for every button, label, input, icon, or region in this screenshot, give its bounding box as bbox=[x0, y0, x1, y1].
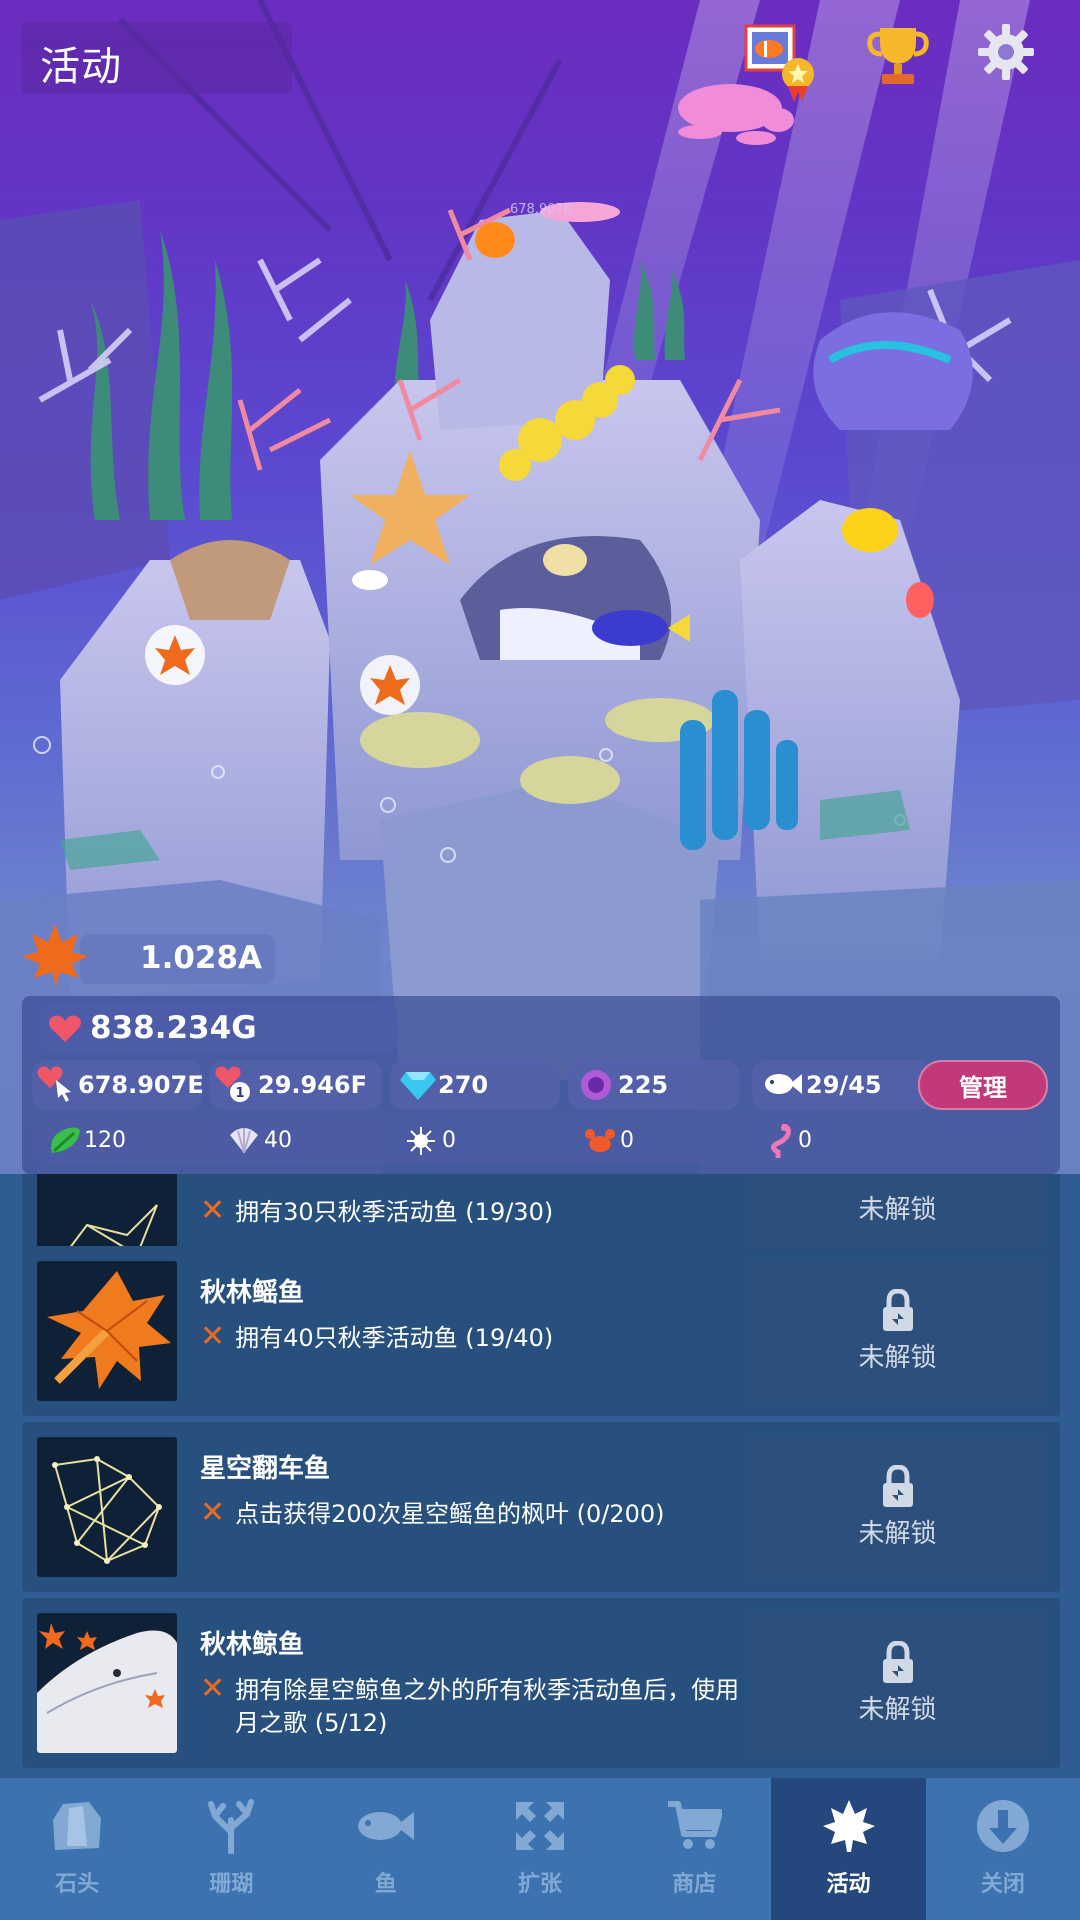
gear-icon bbox=[978, 24, 1034, 80]
hearts-per-tap: 678.907E bbox=[78, 1071, 204, 1099]
floating-heart-label: 678.907E bbox=[510, 202, 572, 217]
incomplete-x-icon: ✕ bbox=[200, 1671, 226, 1706]
achievement-thumbnail bbox=[37, 1261, 177, 1401]
nav-item-rock[interactable]: 石头 bbox=[0, 1778, 154, 1920]
material-flamingo-count: 0 bbox=[798, 1128, 812, 1153]
maple-leaf-currency-icon bbox=[20, 922, 98, 994]
autumn-whale-icon bbox=[37, 1623, 177, 1753]
bottom-nav: 石头 珊瑚 鱼 扩张 商店 活动 关闭 bbox=[0, 1778, 1080, 1920]
achievement-thumbnail bbox=[37, 1613, 177, 1753]
locked-status: 未解锁 bbox=[750, 1613, 1045, 1753]
cart-icon bbox=[668, 1801, 723, 1849]
incomplete-x-icon: ✕ bbox=[200, 1319, 226, 1354]
manage-button[interactable]: 管理 bbox=[918, 1060, 1048, 1110]
heart-clock-icon: 1 bbox=[215, 1066, 250, 1102]
achievement-thumbnail bbox=[37, 1437, 177, 1577]
flamingo-icon bbox=[770, 1124, 791, 1158]
photo-badge-icon bbox=[744, 24, 814, 102]
nav-item-close[interactable]: 关闭 bbox=[926, 1778, 1080, 1920]
heart-icon bbox=[49, 1015, 81, 1042]
lock-icon bbox=[882, 1464, 913, 1507]
locked-status: 未解锁 bbox=[750, 1261, 1045, 1401]
achievement-list[interactable]: ✕ 拥有30只秋季活动鱼 (19/30) 未解锁 秋林鳐鱼 ✕ 拥有40只秋季活… bbox=[0, 1174, 1080, 1778]
settings-button[interactable] bbox=[976, 22, 1048, 94]
maple-leaf-amount: 1.028A bbox=[140, 940, 263, 976]
pearl-icon bbox=[581, 1070, 611, 1100]
fish-count-icon bbox=[765, 1074, 802, 1094]
heart-amount: 838.234G bbox=[90, 1010, 257, 1046]
maple-ray-icon bbox=[47, 1271, 171, 1389]
fish-count: 29/45 bbox=[806, 1071, 882, 1099]
fish-icon bbox=[357, 1812, 414, 1840]
trophy-button[interactable] bbox=[866, 22, 938, 94]
lock-icon bbox=[882, 1640, 913, 1683]
shell-icon bbox=[230, 1128, 258, 1154]
achievement-card-starry-sunfish[interactable]: 星空翻车鱼 ✕ 点击获得200次星空鳐鱼的枫叶 (0/200) 未解锁 bbox=[22, 1422, 1060, 1592]
achievement-name: 秋林鲸鱼 bbox=[200, 1630, 305, 1660]
starry-sunfish-icon bbox=[52, 1456, 162, 1564]
incomplete-x-icon: ✕ bbox=[200, 1193, 226, 1228]
locked-status: 未解锁 bbox=[750, 1437, 1045, 1577]
lock-icon bbox=[882, 1288, 913, 1331]
achievement-condition: ✕ 拥有除星空鲸鱼之外的所有秋季活动鱼后，使用月之歌 (5/12) bbox=[200, 1674, 760, 1740]
crab-icon bbox=[585, 1129, 615, 1152]
nav-item-event[interactable]: 活动 bbox=[771, 1778, 926, 1920]
diamond-icon bbox=[400, 1072, 436, 1100]
nav-item-fish[interactable]: 鱼 bbox=[309, 1778, 463, 1920]
achievement-card-autumn-ray[interactable]: 秋林鳐鱼 ✕ 拥有40只秋季活动鱼 (19/40) 未解锁 bbox=[22, 1246, 1060, 1416]
nav-item-expand[interactable]: 扩张 bbox=[463, 1778, 617, 1920]
material-shell-count: 40 bbox=[264, 1128, 292, 1153]
expand-icon bbox=[515, 1802, 564, 1850]
materials-row bbox=[38, 1118, 1038, 1164]
trophy-icon bbox=[867, 28, 929, 84]
maple-leaf-icon bbox=[822, 1800, 875, 1852]
coral-icon bbox=[208, 1799, 255, 1854]
achievement-name: 秋林鳐鱼 bbox=[200, 1278, 305, 1308]
achievement-card-autumn-whale[interactable]: 秋林鲸鱼 ✕ 拥有除星空鲸鱼之外的所有秋季活动鱼后，使用月之歌 (5/12) 未… bbox=[22, 1598, 1060, 1768]
hearts-per-second: 29.946F bbox=[258, 1071, 368, 1099]
achievement-condition: ✕ 拥有30只秋季活动鱼 (19/30) bbox=[200, 1193, 554, 1228]
material-crab-count: 0 bbox=[620, 1128, 634, 1153]
heart-tap-icon bbox=[37, 1066, 71, 1102]
green-leaf-icon bbox=[51, 1127, 80, 1153]
urchin-icon bbox=[407, 1127, 435, 1155]
material-leaf-count: 120 bbox=[84, 1128, 126, 1153]
nav-item-shop[interactable]: 商店 bbox=[617, 1778, 771, 1920]
close-down-icon bbox=[976, 1800, 1029, 1852]
svg-text:1: 1 bbox=[235, 1086, 244, 1101]
page-title: 活动 bbox=[40, 44, 122, 90]
achievement-condition: ✕ 拥有40只秋季活动鱼 (19/40) bbox=[200, 1319, 554, 1354]
pearl-count: 225 bbox=[618, 1071, 669, 1099]
achievement-condition: ✕ 点击获得200次星空鳐鱼的枫叶 (0/200) bbox=[200, 1495, 665, 1530]
diamond-count: 270 bbox=[438, 1071, 489, 1099]
photo-badge-button[interactable] bbox=[742, 22, 814, 102]
material-urchin-count: 0 bbox=[442, 1128, 456, 1153]
nav-item-coral[interactable]: 珊瑚 bbox=[154, 1778, 308, 1920]
incomplete-x-icon: ✕ bbox=[200, 1495, 226, 1530]
achievement-name: 星空翻车鱼 bbox=[200, 1454, 331, 1484]
rock-icon bbox=[53, 1802, 102, 1850]
